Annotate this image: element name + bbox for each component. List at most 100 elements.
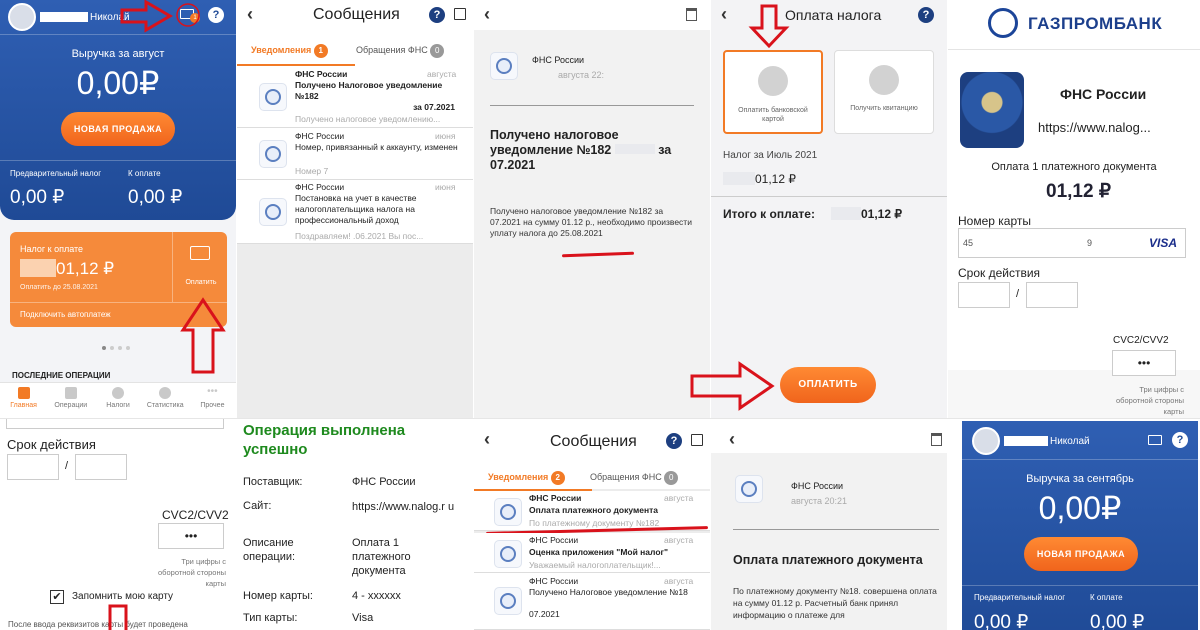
expiry-year-field[interactable] (1026, 282, 1078, 308)
list-item[interactable]: ФНС России июня Номер, привязанный к акк… (237, 128, 473, 180)
home-header-card: Николай 1 ? Выручка за август 0,00₽ НОВА… (0, 0, 236, 220)
tab-fns-requests[interactable]: Обращения ФНС 0 (356, 44, 445, 58)
messages-title: Сообщения (313, 6, 400, 23)
user-name: Николай (90, 11, 130, 23)
row-label: Сайт: (243, 500, 272, 512)
pay-button[interactable]: ОПЛАТИТЬ (780, 367, 876, 403)
cvc-hint: Три цифры с оборотной стороны карты (1116, 385, 1184, 416)
nav-operations[interactable]: Операции (47, 383, 94, 418)
row-value: https://www.nalog.r u (352, 501, 455, 513)
card-form-bottom: Срок действия / CVC2/CVV2 ••• Три цифры … (0, 419, 236, 630)
expiry-month-field[interactable] (958, 282, 1010, 308)
to-pay-label: К оплате (1090, 593, 1123, 602)
total-value: 01,12 ₽ (861, 207, 902, 221)
merchant-url: https://www.nalog... (1038, 120, 1151, 135)
fns-logo-icon (490, 52, 518, 80)
gazprombank-payment: ГАЗПРОМБАНК ФНС России https://www.nalog… (948, 0, 1200, 418)
message-heading: Оплата платежного документа (733, 553, 923, 567)
new-sale-button[interactable]: НОВАЯ ПРОДАЖА (1024, 537, 1138, 571)
revenue-label: Выручка за август (71, 48, 165, 60)
to-pay-label: К оплате (128, 169, 161, 178)
messages-screen-1: ‹ Сообщения ? Уведомления 1 Обращения ФН… (237, 0, 473, 418)
success-screen: Операция выполнена успешно Поставщик: ФН… (237, 419, 473, 630)
to-pay-value: 0,00 ₽ (128, 187, 183, 208)
mail-badge: 1 (190, 13, 200, 23)
home-header-card: Николай ? Выручка за сентябрь 0,00₽ НОВА… (962, 421, 1198, 630)
home-screen-2: Николай ? Выручка за сентябрь 0,00₽ НОВА… (962, 421, 1198, 630)
row-value: 4 - xxxxxx (352, 590, 401, 602)
fns-logo-icon (259, 83, 287, 111)
home-screen: Николай 1 ? Выручка за август 0,00₽ НОВА… (0, 0, 236, 418)
tax-amount-redaction (20, 259, 56, 277)
back-icon[interactable]: ‹ (729, 429, 735, 450)
cvc-label: CVC2/CVV2 (162, 508, 229, 522)
nav-more[interactable]: ••• Прочее (189, 383, 236, 418)
messages-title: Сообщения (550, 433, 637, 450)
card-number-field[interactable]: 45 9 VISA (958, 228, 1186, 258)
help-icon[interactable]: ? (208, 7, 224, 23)
nav-home[interactable]: Главная (0, 383, 47, 418)
avatar[interactable] (8, 3, 36, 31)
autopay-link[interactable]: Подключить автоплатеж (20, 310, 111, 319)
tax-due-card[interactable]: Налог к оплате 01,12 ₽ Оплатить до 25.08… (10, 232, 227, 327)
cvc-field[interactable]: ••• (1112, 350, 1176, 376)
new-sale-button[interactable]: НОВАЯ ПРОДАЖА (61, 112, 175, 146)
back-icon[interactable]: ‹ (484, 4, 490, 25)
pay-tax-title: Оплата налога (785, 7, 882, 23)
row-label: Описание операции: (243, 537, 296, 563)
fns-emblem (960, 72, 1024, 148)
list-item[interactable]: ФНС России августа Оплата платежного док… (474, 491, 710, 531)
cvc-label: CVC2/CVV2 (1113, 335, 1169, 346)
fns-badge: 0 (664, 471, 679, 485)
help-icon[interactable]: ? (666, 433, 682, 449)
merchant-name: ФНС России (1060, 86, 1147, 102)
option-receipt[interactable]: Получить квитанцию (834, 50, 934, 134)
message-detail-1: ‹ ФНС России августа 22: Получено налого… (474, 0, 710, 418)
expiry-label: Срок действия (958, 266, 1041, 280)
message-detail-2: ‹ ФНС России августа 20:21 Оплата платеж… (711, 419, 947, 630)
remember-checkbox[interactable]: ✔ (50, 590, 64, 604)
user-name-redaction (40, 12, 88, 22)
back-icon[interactable]: ‹ (484, 429, 490, 450)
mail-icon[interactable] (1148, 435, 1162, 445)
remember-label: Запомнить мою карту (72, 591, 174, 602)
list-item[interactable]: ФНС России августа Получено Налоговое ув… (237, 66, 473, 128)
trash-icon[interactable] (931, 433, 942, 446)
list-item[interactable]: ФНС России июня Постановка на учет в кач… (237, 180, 473, 244)
row-label: Поставщик: (243, 476, 303, 488)
credit-card-icon (758, 66, 788, 96)
trash-icon[interactable] (686, 8, 697, 21)
expiry-year-field[interactable] (75, 454, 127, 480)
nav-stats[interactable]: Статистика (142, 383, 189, 418)
help-icon[interactable]: ? (918, 7, 934, 23)
recent-ops-heading: ПОСЛЕДНИЕ ОПЕРАЦИИ (12, 371, 111, 380)
back-icon[interactable]: ‹ (721, 4, 727, 25)
cvc-field[interactable]: ••• (158, 523, 224, 549)
sender-name: ФНС России (532, 55, 585, 65)
payment-amount: 01,12 ₽ (1046, 181, 1111, 202)
help-icon[interactable]: ? (1172, 432, 1188, 448)
tab-fns-requests[interactable]: Обращения ФНС 0 (590, 471, 679, 485)
prelim-tax-value: 0,00 ₽ (10, 187, 65, 208)
compose-icon[interactable] (691, 434, 703, 446)
message-heading: Получено налоговое уведомление №182 за 0… (490, 128, 672, 172)
total-label: Итого к оплате: (723, 207, 815, 221)
option-card-payment[interactable]: Оплатить банковской картой (723, 50, 823, 134)
pay-tax-screen: ‹ Оплата налога ? Оплатить банковской ка… (711, 0, 947, 418)
tax-card-value: 01,12 ₽ (56, 259, 115, 278)
back-icon[interactable]: ‹ (247, 4, 253, 25)
expiry-label: Срок действия (7, 437, 96, 452)
tab-notifications[interactable]: Уведомления 1 (251, 44, 328, 58)
help-icon[interactable]: ? (429, 7, 445, 23)
fns-logo-icon (259, 140, 287, 168)
fns-logo-icon (494, 540, 522, 568)
list-item[interactable]: ФНС России августа Оценка приложения "Мо… (474, 533, 710, 573)
expiry-month-field[interactable] (7, 454, 59, 480)
tab-notifications[interactable]: Уведомления 2 (488, 471, 565, 485)
list-item[interactable]: ФНС России августа Получено Налоговое ув… (474, 573, 710, 630)
nav-taxes[interactable]: Налоги (94, 383, 141, 418)
pay-label[interactable]: Оплатить (176, 279, 226, 286)
compose-icon[interactable] (454, 8, 466, 20)
avatar[interactable] (972, 427, 1000, 455)
row-label: Тип карты: (243, 612, 298, 624)
